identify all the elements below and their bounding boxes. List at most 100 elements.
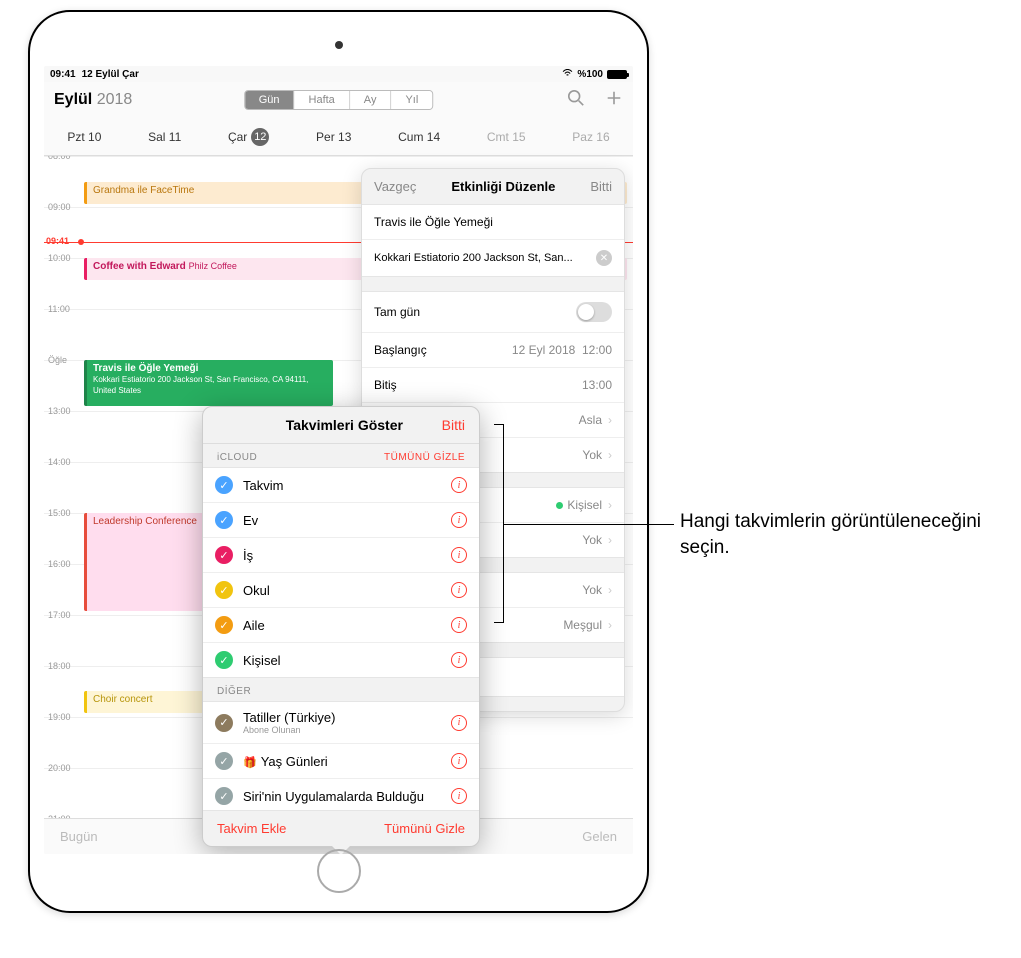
- hour-label: 08:00: [48, 156, 71, 161]
- hide-all-bottom-button[interactable]: Tümünü Gizle: [384, 821, 465, 836]
- calendar-check-icon[interactable]: ✓: [215, 511, 233, 529]
- event-title: Leadership Conference: [93, 516, 197, 527]
- gift-icon: 🎁: [243, 757, 257, 769]
- chevron-icon: ›: [608, 498, 612, 512]
- calendar-name: Takvim: [243, 478, 451, 493]
- screen: 09:41 12 Eylül Çar %100 Eylül 2018 Gün H…: [44, 66, 633, 854]
- calendar-row[interactable]: ✓Kişiseli: [203, 643, 479, 677]
- start-row[interactable]: Başlangıç 12 Eyl 2018 12:00: [362, 333, 624, 368]
- calendar-row[interactable]: ✓ 🎁Yaş Günlerii: [203, 744, 479, 779]
- event-name-field[interactable]: Travis ile Öğle Yemeği: [362, 205, 624, 240]
- end-row[interactable]: Bitiş13:00: [362, 368, 624, 403]
- calendar-row[interactable]: ✓ Evi: [203, 503, 479, 538]
- hour-label: 17:00: [48, 610, 71, 620]
- calendar-check-icon[interactable]: ✓: [215, 546, 233, 564]
- info-icon[interactable]: i: [451, 512, 467, 528]
- all-day-row[interactable]: Tam gün: [362, 292, 624, 333]
- all-day-toggle[interactable]: [576, 302, 612, 322]
- calendar-check-icon[interactable]: ✓: [215, 616, 233, 634]
- search-icon[interactable]: [567, 89, 585, 112]
- info-icon[interactable]: i: [451, 715, 467, 731]
- month-title[interactable]: Eylül 2018: [54, 91, 132, 109]
- calendars-popover: Takvimleri Göster Bitti iCLOUD TÜMÜNÜ Gİ…: [202, 406, 480, 847]
- seg-year[interactable]: Yıl: [391, 91, 432, 109]
- info-icon[interactable]: i: [451, 753, 467, 769]
- chevron-icon: ›: [608, 583, 612, 597]
- calendar-row[interactable]: ✓ Takvimi: [203, 468, 479, 503]
- calendar-name: Ev: [243, 513, 451, 528]
- edit-title: Etkinliği Düzenle: [451, 179, 555, 194]
- info-icon[interactable]: i: [451, 788, 467, 804]
- chevron-icon: ›: [608, 413, 612, 427]
- seg-month[interactable]: Ay: [350, 91, 392, 109]
- calendar-name: 🎁Yaş Günleri: [243, 754, 451, 769]
- info-icon[interactable]: i: [451, 617, 467, 633]
- current-time-label: 09:41: [46, 236, 69, 246]
- camera-dot: [335, 41, 343, 49]
- end-label: Bitiş: [374, 378, 397, 392]
- chevron-icon: ›: [608, 618, 612, 632]
- today-button[interactable]: Bugün: [60, 829, 98, 844]
- calendar-check-icon[interactable]: ✓: [215, 476, 233, 494]
- hour-label: Öğle: [48, 355, 67, 365]
- hour-label: 11:00: [48, 304, 70, 314]
- calendar-row[interactable]: ✓ Okuli: [203, 573, 479, 608]
- day-wed-label: Çar: [228, 130, 247, 144]
- start-date: 12 Eyl 2018: [512, 343, 575, 357]
- calendar-color-dot: [556, 502, 563, 509]
- event-block[interactable]: Choir concert: [84, 691, 204, 713]
- calendar-name: Siri'nin Uygulamalarda Bulduğu: [243, 789, 451, 804]
- info-icon[interactable]: i: [451, 547, 467, 563]
- status-bar: 09:41 12 Eylül Çar %100: [44, 66, 633, 82]
- cancel-button[interactable]: Vazgeç: [374, 179, 416, 194]
- calendar-name: Okul: [243, 583, 451, 598]
- battery-icon: [607, 70, 627, 79]
- calendar-row[interactable]: ✓Ailei: [203, 608, 479, 643]
- event-block[interactable]: Leadership Conference: [84, 513, 204, 611]
- clear-location-icon[interactable]: ✕: [596, 250, 612, 266]
- done-button[interactable]: Bitti: [590, 179, 612, 194]
- calendar-row[interactable]: ✓ Siri'nin Uygulamalarda Bulduğui: [203, 779, 479, 811]
- wifi-icon: [562, 69, 573, 80]
- add-calendar-button[interactable]: Takvim Ekle: [217, 821, 286, 836]
- day-mon[interactable]: Pzt 10: [67, 130, 101, 144]
- calendar-check-icon[interactable]: ✓: [215, 787, 233, 805]
- callout-text: Hangi takvimlerin görüntüleneceğini seçi…: [680, 509, 1000, 560]
- info-icon[interactable]: i: [451, 582, 467, 598]
- event-location-field[interactable]: Kokkari Estiatorio 200 Jackson St, San..…: [362, 240, 624, 276]
- alert-value: Yok: [582, 448, 602, 462]
- home-button[interactable]: [317, 849, 361, 893]
- view-segmented-control[interactable]: Gün Hafta Ay Yıl: [244, 90, 434, 110]
- hide-all-button[interactable]: TÜMÜNÜ GİZLE: [384, 452, 465, 463]
- start-time: 12:00: [582, 343, 612, 357]
- event-name-value: Travis ile Öğle Yemeği: [374, 215, 493, 229]
- add-event-icon[interactable]: [605, 89, 623, 112]
- day-tue[interactable]: Sal 11: [148, 130, 181, 144]
- hour-label: 16:00: [48, 559, 71, 569]
- calendar-row[interactable]: ✓İşi: [203, 538, 479, 573]
- calendar-check-icon[interactable]: ✓: [215, 752, 233, 770]
- day-sat[interactable]: Cmt 15: [487, 130, 526, 144]
- calendar-row[interactable]: ✓Tatiller (Türkiye)Abone Olunani: [203, 702, 479, 744]
- calendar-subtitle: Abone Olunan: [243, 725, 451, 735]
- popover-done-button[interactable]: Bitti: [442, 417, 465, 433]
- info-icon[interactable]: i: [451, 652, 467, 668]
- inbox-button[interactable]: Gelen: [582, 829, 617, 844]
- week-day-strip[interactable]: Pzt 10 Sal 11 Çar 12 Per 13 Cum 14 Cmt 1…: [44, 118, 633, 156]
- day-wed[interactable]: Çar 12: [228, 128, 269, 146]
- day-thu[interactable]: Per 13: [316, 130, 351, 144]
- start-label: Başlangıç: [374, 343, 427, 357]
- hour-label: 15:00: [48, 508, 71, 518]
- callout-bracket: [494, 424, 504, 623]
- calendar-check-icon[interactable]: ✓: [215, 581, 233, 599]
- info-icon[interactable]: i: [451, 477, 467, 493]
- calendar-check-icon[interactable]: ✓: [215, 714, 233, 732]
- repeat-value: Asla: [579, 413, 602, 427]
- event-block[interactable]: Travis ile Öğle YemeğiKokkari Estiatorio…: [84, 360, 333, 406]
- calendar-check-icon[interactable]: ✓: [215, 651, 233, 669]
- day-sun[interactable]: Paz 16: [572, 130, 609, 144]
- day-fri[interactable]: Cum 14: [398, 130, 440, 144]
- seg-day[interactable]: Gün: [245, 91, 295, 109]
- seg-week[interactable]: Hafta: [295, 91, 350, 109]
- ipad-frame: 09:41 12 Eylül Çar %100 Eylül 2018 Gün H…: [28, 10, 649, 913]
